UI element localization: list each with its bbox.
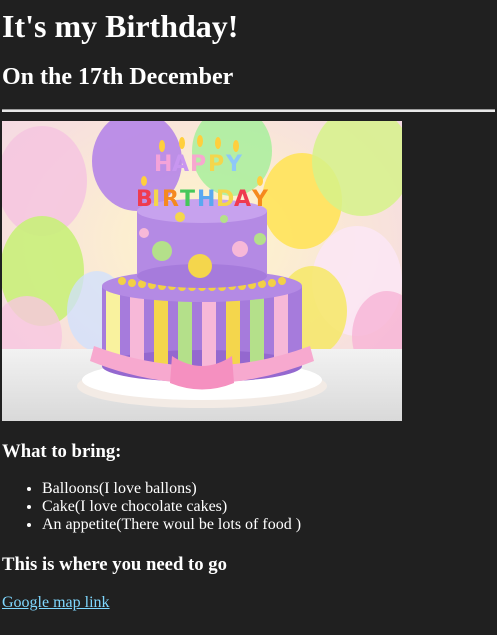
svg-text:T: T (180, 187, 195, 212)
party-date: On the 17th December (2, 64, 234, 90)
list-item: Balloons(I love ballons) (42, 480, 301, 498)
what-to-bring-heading: What to bring: (2, 441, 122, 462)
google-map-link[interactable]: Google map link (2, 593, 110, 613)
svg-text:B: B (136, 187, 153, 212)
svg-text:P: P (208, 152, 224, 177)
svg-text:A: A (234, 187, 251, 212)
list-item: An appetite(There woul be lots of food ) (42, 516, 301, 534)
svg-text:R: R (162, 187, 179, 212)
svg-text:H: H (197, 187, 215, 212)
divider (2, 109, 495, 112)
page-title: It's my Birthday! (2, 8, 239, 44)
svg-text:A: A (172, 152, 189, 177)
location-heading: This is where you need to go (2, 554, 227, 575)
svg-text:D: D (216, 187, 234, 212)
svg-text:Y: Y (251, 187, 269, 212)
list-item: Cake(I love chocolate cakes) (42, 498, 301, 516)
svg-text:P: P (190, 152, 206, 177)
svg-text:Y: Y (225, 152, 243, 177)
svg-text:I: I (152, 187, 160, 212)
birthday-cake-image: H A P P Y B I R T H D A Y (2, 121, 402, 421)
bring-list: Balloons(I love ballons) Cake(I love cho… (2, 480, 301, 534)
svg-text:H: H (154, 152, 172, 177)
